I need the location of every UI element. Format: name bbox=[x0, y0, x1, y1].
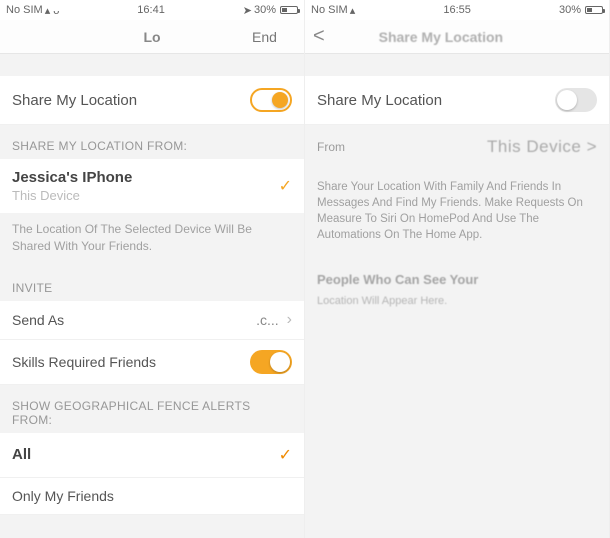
people-section: People Who Can See Your Location Will Ap… bbox=[305, 253, 609, 319]
alerts-all-label: All bbox=[12, 446, 279, 463]
battery-text: 30% bbox=[254, 4, 276, 16]
nav-bar: Lo End bbox=[0, 20, 304, 54]
clock-text: 16:41 bbox=[63, 4, 238, 16]
location-icon: ➤ bbox=[243, 4, 252, 17]
from-label: From bbox=[317, 140, 345, 154]
skills-friends-toggle[interactable] bbox=[250, 350, 292, 374]
chevron-right-icon: › bbox=[287, 311, 292, 329]
device-sub: This Device bbox=[12, 188, 132, 203]
people-sub: Location Will Appear Here. bbox=[317, 294, 597, 309]
alerts-all-row[interactable]: All ✓ bbox=[0, 433, 304, 478]
carrier-text: No SIM bbox=[6, 4, 43, 16]
spacer bbox=[305, 54, 609, 76]
nav-title: Lo bbox=[52, 29, 252, 45]
battery-fill bbox=[282, 8, 287, 12]
send-as-label: Send As bbox=[12, 312, 256, 328]
carrier-text: No SIM bbox=[311, 4, 348, 16]
share-location-toggle[interactable] bbox=[555, 88, 597, 112]
invite-header: INVITE bbox=[0, 267, 304, 301]
nav-title: Share My Location bbox=[325, 29, 557, 45]
toggle-knob bbox=[557, 90, 577, 110]
right-phone: No SIM ▴︎ 16:55 30% < Share My Location … bbox=[305, 0, 610, 538]
clock-text: 16:55 bbox=[359, 4, 555, 16]
people-title: People Who Can See Your bbox=[317, 271, 597, 289]
check-icon: ✓ bbox=[279, 176, 292, 196]
wifi-icon: ▴︎ bbox=[350, 4, 356, 17]
alerts-header: SHOW GEOGRAPHICAL FENCE ALERTS FROM: bbox=[0, 385, 304, 433]
left-phone: No SIM ▴︎ ᴗ 16:41 ➤ 30% Lo End Share My … bbox=[0, 0, 305, 538]
alerts-only-label: Only My Friends bbox=[12, 488, 292, 504]
battery-icon bbox=[585, 6, 603, 14]
nav-end-button[interactable]: End bbox=[252, 29, 296, 45]
battery-text: 30% bbox=[559, 4, 581, 16]
share-location-row[interactable]: Share My Location bbox=[305, 76, 609, 125]
wifi-icon: ▴︎ ᴗ bbox=[45, 4, 60, 17]
share-location-toggle[interactable] bbox=[250, 88, 292, 112]
share-location-label: Share My Location bbox=[12, 92, 250, 109]
skills-friends-row[interactable]: Skills Required Friends bbox=[0, 340, 304, 385]
from-desc: The Location Of The Selected Device Will… bbox=[0, 213, 304, 267]
status-bar: No SIM ▴︎ ᴗ 16:41 ➤ 30% bbox=[0, 0, 304, 20]
from-header: SHARE MY LOCATION FROM: bbox=[0, 125, 304, 159]
send-as-row[interactable]: Send As .c... › bbox=[0, 301, 304, 340]
share-location-label: Share My Location bbox=[317, 92, 555, 109]
battery-fill bbox=[587, 8, 592, 12]
device-row[interactable]: Jessica's IPhone This Device ✓ bbox=[0, 159, 304, 213]
alerts-only-row[interactable]: Only My Friends bbox=[0, 478, 304, 515]
nav-bar: < Share My Location bbox=[305, 20, 609, 54]
skills-friends-label: Skills Required Friends bbox=[12, 354, 250, 370]
battery-icon bbox=[280, 6, 298, 14]
nav-back-button[interactable]: < bbox=[313, 25, 325, 48]
toggle-knob bbox=[272, 92, 288, 108]
share-location-row[interactable]: Share My Location bbox=[0, 76, 304, 125]
from-row[interactable]: From This Device > bbox=[305, 125, 609, 169]
toggle-knob bbox=[270, 352, 290, 372]
share-desc: Share Your Location With Family And Frie… bbox=[305, 169, 609, 253]
check-icon: ✓ bbox=[279, 445, 292, 465]
spacer bbox=[0, 54, 304, 76]
status-bar: No SIM ▴︎ 16:55 30% bbox=[305, 0, 609, 20]
send-as-value: .c... bbox=[256, 312, 279, 328]
device-name: Jessica's IPhone bbox=[12, 169, 132, 186]
from-value: This Device > bbox=[353, 137, 597, 157]
